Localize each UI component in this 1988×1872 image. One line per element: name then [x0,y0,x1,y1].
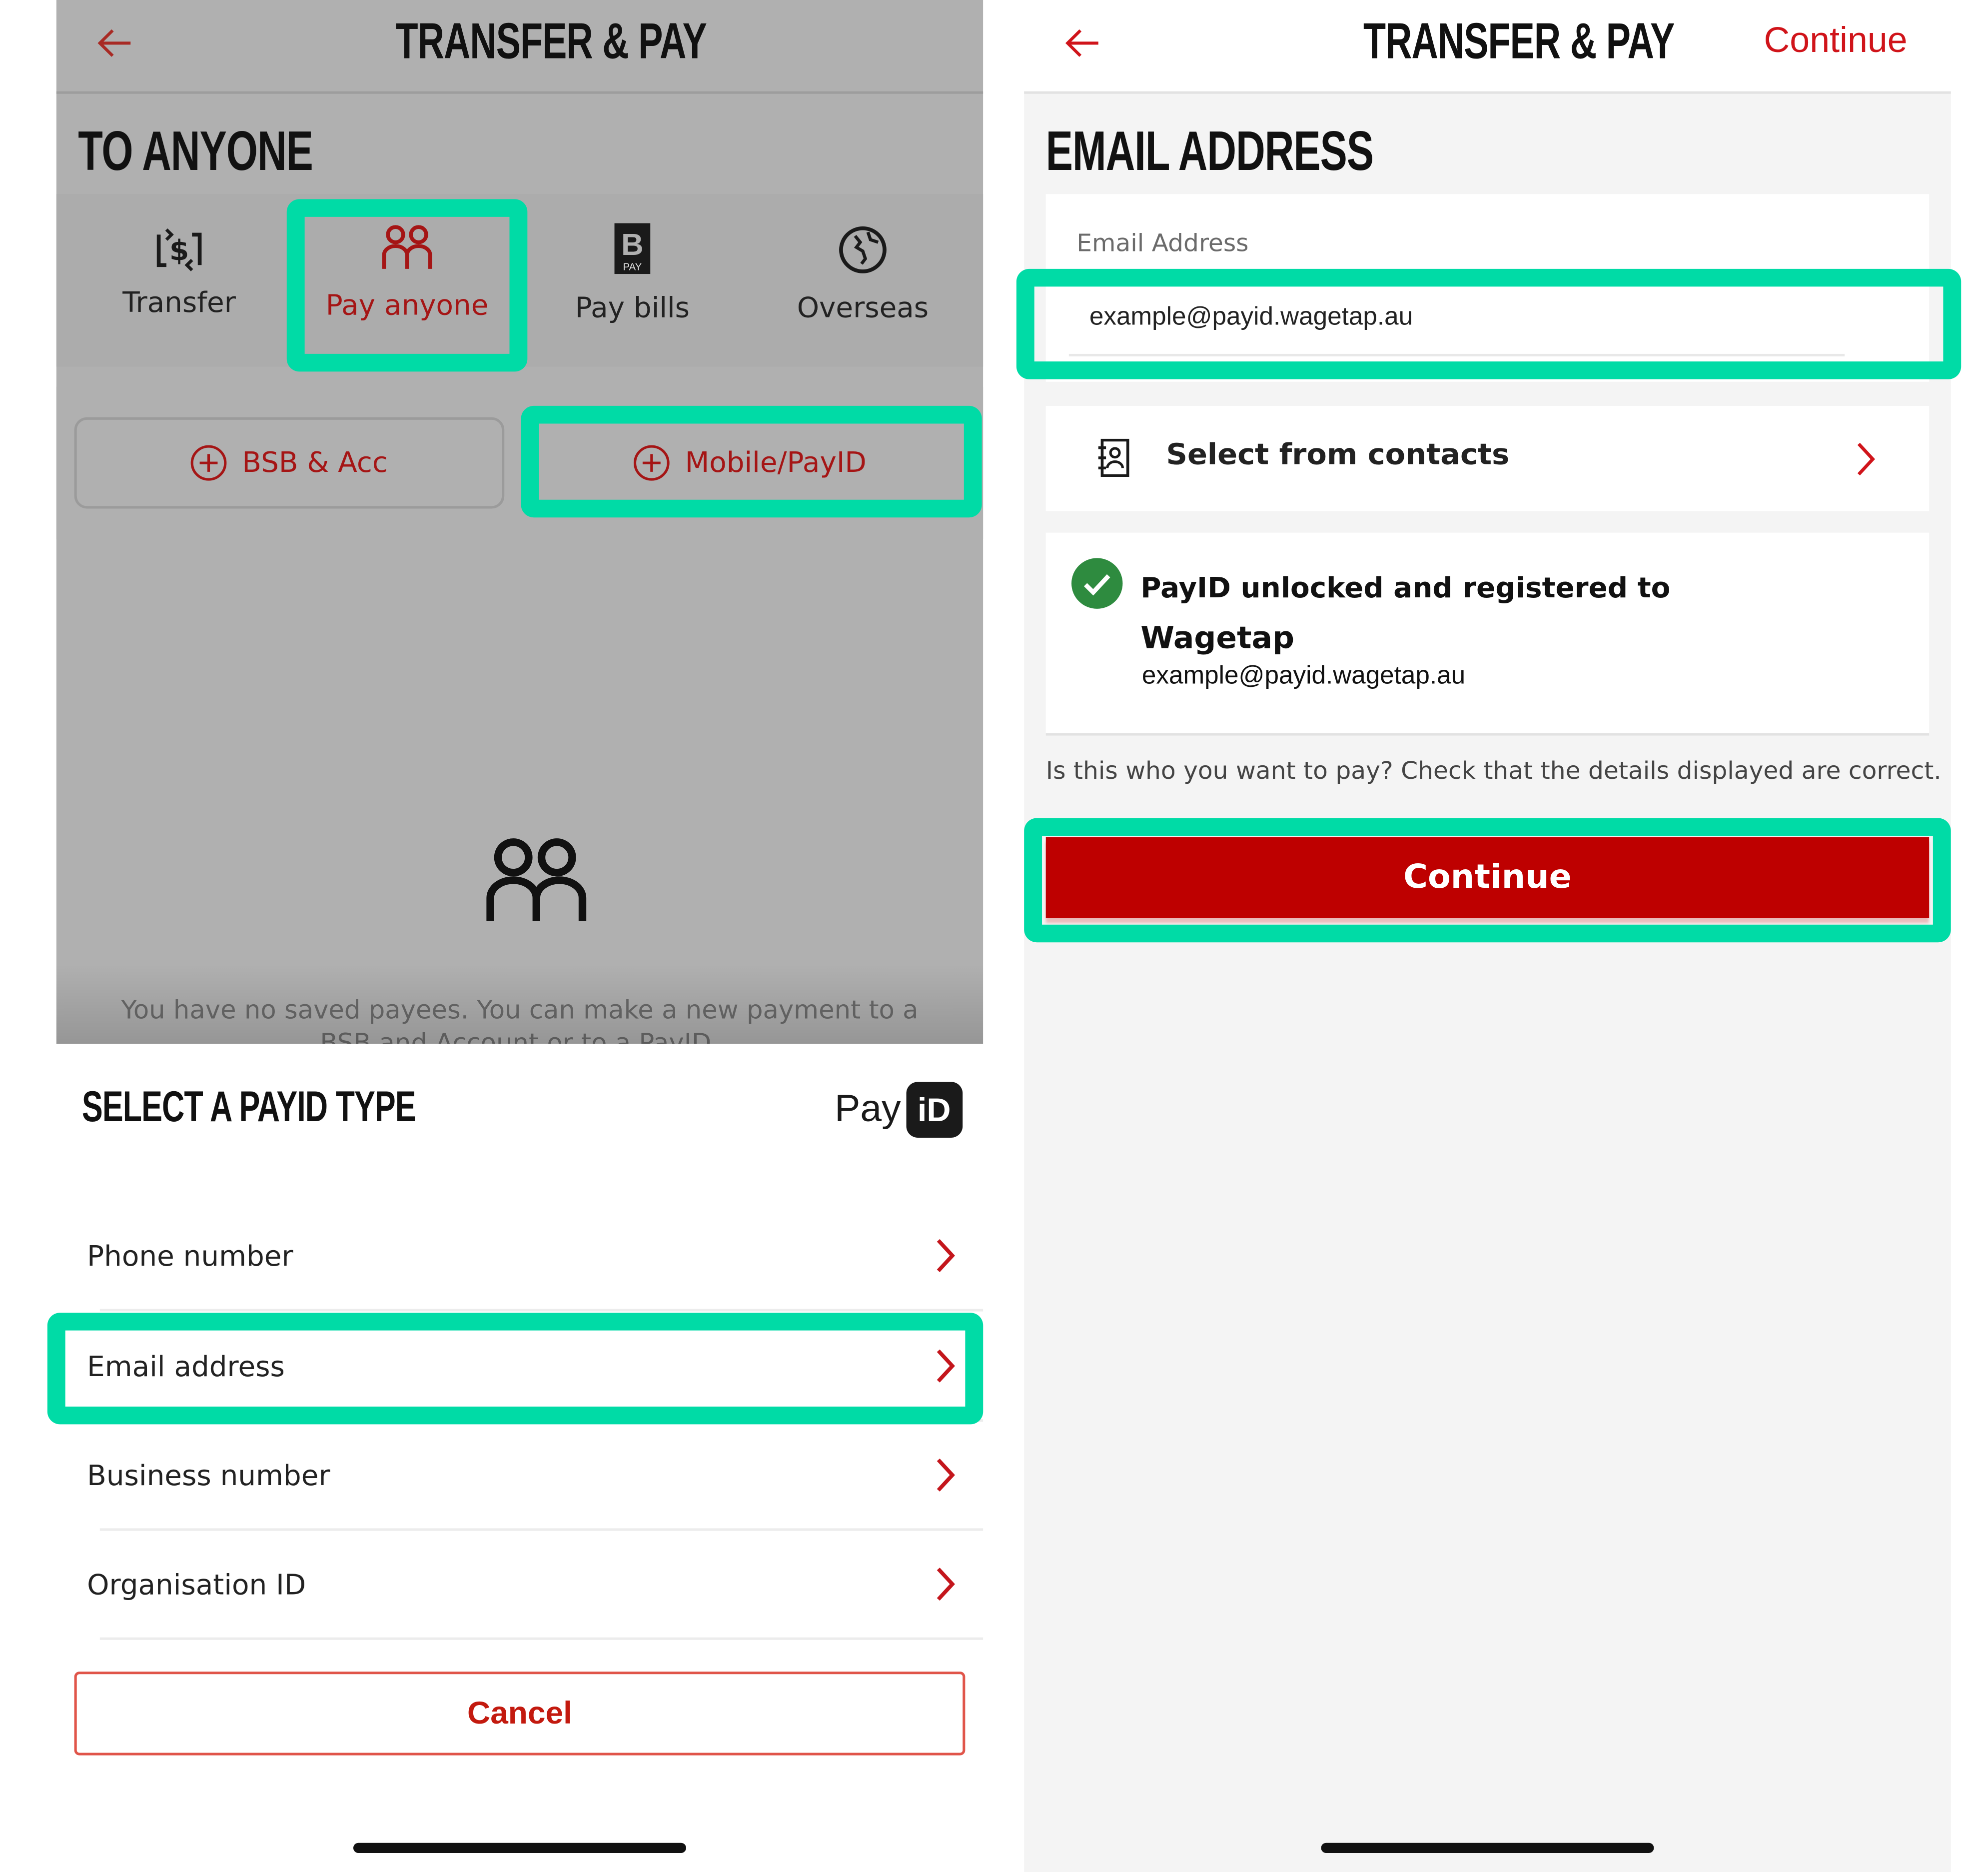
home-indicator [353,1843,686,1853]
tab-pay-anyone[interactable]: Pay anyone [297,194,517,366]
page-title: TRANSFER & PAY [1363,13,1675,70]
email-field-label: Email Address [1076,229,1249,258]
tab-label: Transfer [122,287,236,320]
chevron-right-icon [1857,442,1875,476]
tab-overseas[interactable]: Overseas [748,194,978,366]
button-label: BSB & Acc [242,447,388,479]
people-icon [382,225,432,269]
header: TRANSFER & PAY [56,0,984,94]
stage: TRANSFER & PAY TO ANYONE $ Transfer Pay … [0,0,1988,1872]
contacts-label: Select from contacts [1166,438,1510,472]
chevron-right-icon [937,1349,955,1383]
svg-text:B: B [621,227,643,261]
section-title: EMAIL ADDRESS [1045,120,1374,183]
sheet-title: SELECT A PAYID TYPE [81,1083,416,1132]
contacts-book-icon [1098,438,1129,477]
header-continue-button[interactable]: Continue [1764,20,1908,61]
button-label: Mobile/PayID [685,447,867,479]
left-screen: TRANSFER & PAY TO ANYONE $ Transfer Pay … [56,0,984,1872]
people-icon [486,838,587,921]
transfer-dollar-icon: $ [156,228,202,271]
input-underline [1068,353,1845,356]
arrow-left-icon [97,29,131,57]
check-circle-icon [1071,558,1123,609]
registered-email: example@payid.wagetap.au [1141,662,1466,690]
svg-text:$: $ [169,234,189,267]
option-label: Email address [87,1351,285,1383]
chevron-right-icon [937,1568,955,1601]
tab-label: Pay anyone [325,290,489,322]
registration-title-text: PayID unlocked and registered to [1140,573,1671,605]
new-payee-row: BSB & Acc Mobile/PayID [56,386,984,539]
bsb-acc-button[interactable]: BSB & Acc [74,417,505,509]
tab-transfer[interactable]: $ Transfer [61,194,297,366]
chevron-right-icon [937,1239,955,1272]
svg-text:PAY: PAY [623,262,642,273]
plus-circle-icon [634,445,670,481]
registered-name: Wagetap [1140,620,1294,656]
payid-type-sheet: SELECT A PAYID TYPE Pay iD Phone number … [56,1044,984,1872]
back-button[interactable] [95,23,138,66]
confirmation-hint: Is this who you want to pay? Check that … [1045,757,1942,785]
divider [99,1309,984,1312]
option-phone-number[interactable]: Phone number [56,1202,984,1312]
payid-logo-text: Pay [835,1088,901,1130]
sheet-shadow [56,964,984,1044]
back-button[interactable] [1062,23,1106,66]
arrow-left-icon [1065,29,1098,57]
email-field-card: Email Address example@payid.wagetap.au [1045,194,1930,382]
email-input[interactable]: example@payid.wagetap.au [1089,303,1413,332]
chevron-right-icon [937,1458,955,1492]
continue-button[interactable]: Continue [1045,837,1930,919]
registration-title: PayID unlocked and registered to Wagetap [1140,566,1806,665]
option-organisation-id[interactable]: Organisation ID [56,1531,984,1640]
payid-logo-badge: iD [906,1082,963,1138]
page-title: TRANSFER & PAY [395,13,707,70]
bpay-icon: BPAY [614,223,651,274]
right-screen: TRANSFER & PAY Continue EMAIL ADDRESS Em… [1024,0,1951,1872]
option-business-number[interactable]: Business number [56,1422,984,1531]
home-indicator [1321,1843,1654,1853]
plus-circle-icon [190,445,227,481]
tab-label: Overseas [797,293,929,325]
select-from-contacts-row[interactable]: Select from contacts [1045,405,1930,511]
payment-type-tabs: $ Transfer Pay anyone B PAY Pay bills Ove… [56,194,984,367]
tab-label: Pay bills [575,293,690,325]
tab-pay-bills[interactable]: B PAY Pay bills [517,194,748,366]
payid-logo: Pay iD [835,1082,963,1138]
option-email-address[interactable]: Email address [56,1313,984,1422]
option-label: Business number [87,1460,330,1493]
cancel-button[interactable]: Cancel [74,1672,966,1756]
option-label: Organisation ID [87,1569,306,1602]
divider [99,1637,984,1640]
section-title: TO ANYONE [78,120,313,183]
option-label: Phone number [87,1241,293,1273]
mobile-payid-button[interactable]: Mobile/PayID [540,417,960,509]
globe-icon [839,226,887,273]
header: TRANSFER & PAY Continue [1024,0,1951,94]
payid-registration-card: PayID unlocked and registered to Wagetap… [1045,532,1930,736]
